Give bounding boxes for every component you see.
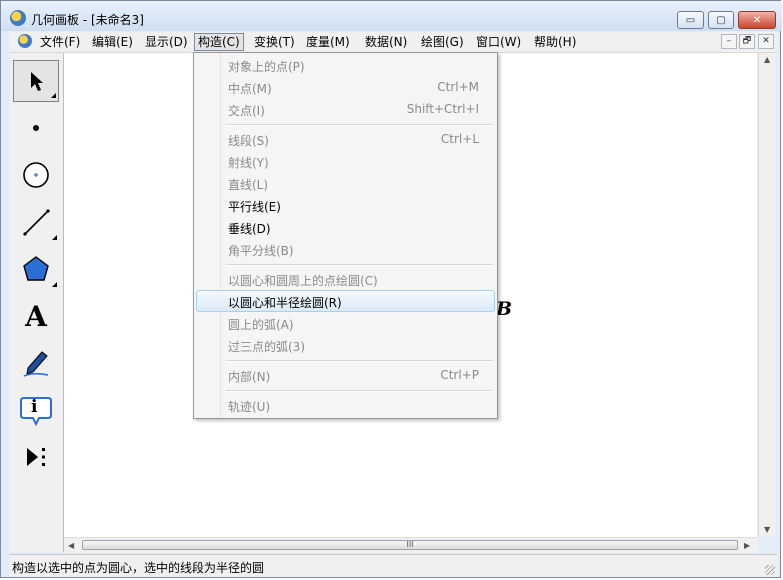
construct-dropdown-menu: 对象上的点(P) 中点(M) Ctrl+M 交点(I) Shift+Ctrl+I… (193, 52, 498, 419)
scroll-left-arrow-icon[interactable]: ◀ (68, 541, 74, 550)
menu-item-label: 过三点的弧(3) (228, 340, 305, 354)
maximize-button[interactable]: ▢ (708, 11, 734, 29)
menu-item-label: 角平分线(B) (228, 244, 294, 258)
menu-item-arc-three-points[interactable]: 过三点的弧(3) (196, 334, 495, 356)
menu-item-label: 轨迹(U) (228, 400, 271, 414)
horizontal-scroll-thumb[interactable]: III (82, 540, 738, 550)
scroll-up-arrow-icon[interactable]: ▲ (764, 55, 770, 64)
close-icon: ✕ (752, 14, 762, 26)
point-icon (33, 125, 39, 131)
straightedge-tool[interactable] (13, 201, 59, 243)
polygon-icon (23, 256, 49, 281)
menu-item-label: 射线(Y) (228, 156, 269, 170)
polygon-tool[interactable] (13, 248, 59, 290)
information-tool[interactable]: i (13, 389, 59, 431)
menu-item-ray[interactable]: 射线(Y) (196, 150, 495, 172)
custom-tool[interactable] (13, 436, 59, 478)
marker-pen-icon (23, 351, 49, 377)
app-window: 几何画板 - [未命名3] ▭ ▢ ✕ 文件(F) 编辑(E) 显示(D) 构造… (0, 0, 782, 578)
custom-tool-icon (27, 448, 45, 466)
menu-item-interior[interactable]: 内部(N) Ctrl+P (196, 364, 495, 386)
menu-item-label: 以圆心和半径绘圆(R) (228, 296, 342, 310)
menu-item-label: 圆上的弧(A) (228, 318, 294, 332)
minimize-icon: ▭ (685, 14, 696, 26)
toolbox: A i (10, 53, 64, 552)
menu-data[interactable]: 数据(N) (362, 34, 410, 50)
menu-item-label: 以圆心和圆周上的点绘圆(C) (228, 274, 378, 288)
menu-separator (226, 124, 493, 126)
close-button[interactable]: ✕ (738, 11, 776, 29)
menu-window[interactable]: 窗口(W) (473, 34, 524, 50)
document-icon[interactable] (18, 34, 32, 48)
menu-item-label: 内部(N) (228, 370, 271, 384)
text-tool[interactable]: A (13, 295, 59, 337)
status-text: 构造以选中的点为圆心，选中的线段为半径的圆 (12, 561, 265, 575)
info-glyph: i (31, 397, 38, 417)
menu-item-shortcut: Ctrl+P (440, 368, 479, 382)
menu-item-point-on-object[interactable]: 对象上的点(P) (196, 54, 495, 76)
tool-menu-indicator-icon (51, 93, 56, 98)
menu-item-segment[interactable]: 线段(S) Ctrl+L (196, 128, 495, 150)
resize-grip-icon[interactable] (765, 565, 775, 575)
menu-item-circle-center-radius[interactable]: 以圆心和半径绘圆(R) (196, 290, 495, 312)
scroll-down-arrow-icon[interactable]: ▼ (764, 525, 770, 534)
doc-close-button[interactable]: ✕ (758, 34, 774, 49)
doc-minimize-button[interactable]: – (721, 34, 737, 49)
menu-item-shortcut: Shift+Ctrl+I (406, 102, 479, 116)
window-title: 几何画板 - [未命名3] (31, 13, 144, 27)
maximize-icon: ▢ (716, 14, 726, 26)
marker-tool[interactable] (13, 342, 59, 384)
menu-item-shortcut: Ctrl+M (437, 80, 479, 94)
menu-help[interactable]: 帮助(H) (531, 34, 579, 50)
arrow-icon (31, 72, 43, 91)
line-segment-icon (23, 209, 50, 236)
menu-item-label: 对象上的点(P) (228, 60, 305, 74)
menu-item-label: 交点(I) (228, 104, 265, 118)
menu-item-label: 垂线(D) (228, 222, 271, 236)
minimize-button[interactable]: ▭ (677, 11, 704, 29)
menu-item-label: 平行线(E) (228, 200, 281, 214)
status-bar: 构造以选中的点为圆心，选中的线段为半径的圆 (10, 554, 777, 577)
menu-file[interactable]: 文件(F) (37, 34, 83, 50)
point-tool[interactable] (13, 107, 59, 149)
doc-restore-button[interactable]: 🗗 (739, 34, 755, 49)
menu-transform[interactable]: 变换(T) (251, 34, 298, 50)
point-label-b[interactable]: B (496, 298, 512, 320)
menu-item-line[interactable]: 直线(L) (196, 172, 495, 194)
menu-item-perpendicular-line[interactable]: 垂线(D) (196, 216, 495, 238)
menu-item-label: 直线(L) (228, 178, 269, 192)
menu-item-circle-center-point[interactable]: 以圆心和圆周上的点绘圆(C) (196, 268, 495, 290)
menu-edit[interactable]: 编辑(E) (89, 34, 136, 50)
tool-menu-indicator-icon (52, 235, 57, 240)
menu-construct[interactable]: 构造(C) (194, 33, 244, 51)
menu-graph[interactable]: 绘图(G) (418, 34, 467, 50)
menu-item-shortcut: Ctrl+L (440, 132, 479, 146)
menu-display[interactable]: 显示(D) (142, 34, 191, 50)
menu-item-label: 中点(M) (228, 82, 272, 96)
menu-item-parallel-line[interactable]: 平行线(E) (196, 194, 495, 216)
menu-item-label: 线段(S) (228, 134, 269, 148)
menu-item-arc-on-circle[interactable]: 圆上的弧(A) (196, 312, 495, 334)
menu-separator (226, 360, 493, 362)
compass-tool[interactable] (13, 154, 59, 196)
menu-item-locus[interactable]: 轨迹(U) (196, 394, 495, 416)
scroll-grip-icon: III (406, 540, 414, 549)
menu-item-intersection[interactable]: 交点(I) Shift+Ctrl+I (196, 98, 495, 120)
arrow-select-tool[interactable] (13, 60, 59, 102)
menu-item-angle-bisector[interactable]: 角平分线(B) (196, 238, 495, 260)
title-bar[interactable]: 几何画板 - [未命名3] ▭ ▢ ✕ (1, 1, 782, 31)
menu-separator (226, 264, 493, 266)
horizontal-scrollbar[interactable]: ◀ III ▶ (64, 537, 758, 553)
sketchpad-app-icon[interactable] (10, 10, 26, 26)
text-tool-icon: A (25, 299, 47, 333)
menu-item-midpoint[interactable]: 中点(M) Ctrl+M (196, 76, 495, 98)
menu-separator (226, 390, 493, 392)
scroll-right-arrow-icon[interactable]: ▶ (744, 541, 750, 550)
circle-icon (23, 162, 49, 188)
tool-menu-indicator-icon (52, 282, 57, 287)
menu-measure[interactable]: 度量(M) (303, 34, 353, 50)
menu-bar: 文件(F) 编辑(E) 显示(D) 构造(C) 变换(T) 度量(M) 数据(N… (10, 32, 777, 53)
vertical-scrollbar[interactable]: ▲ ▼ (758, 53, 776, 537)
